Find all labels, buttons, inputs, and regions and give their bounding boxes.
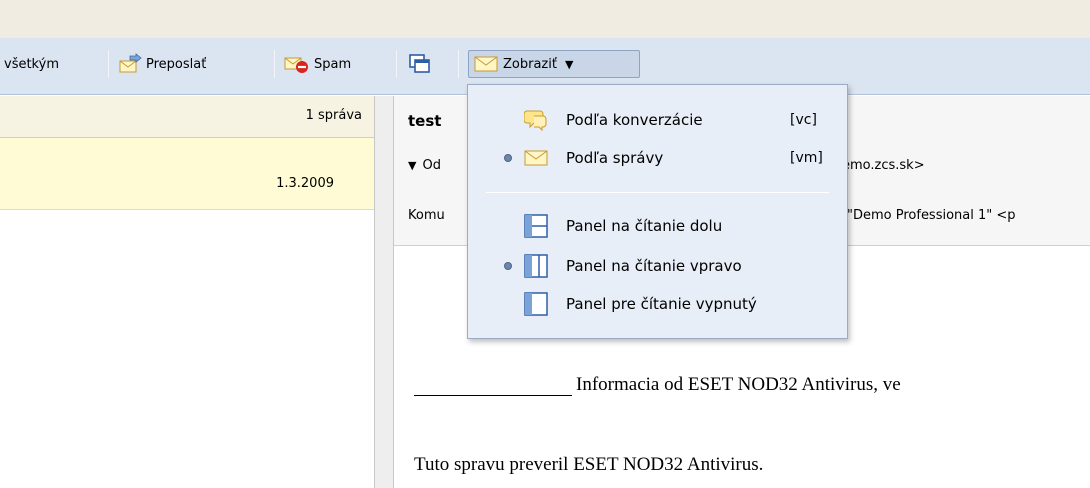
- menu-item-label: Podľa správy: [566, 149, 664, 167]
- spam-button[interactable]: Spam: [280, 50, 355, 78]
- menu-separator: [486, 192, 829, 193]
- body-line1-text: Informacia od ESET NOD32 Antivirus, ve: [576, 374, 901, 395]
- message-subject: test: [408, 112, 442, 130]
- to-prefix: Komu: [408, 208, 445, 223]
- message-date: 1.3.2009: [276, 176, 334, 191]
- selected-radio-icon: [504, 154, 512, 162]
- envelope-icon: [474, 56, 498, 72]
- to-address: "Demo Professional 1" <p: [847, 208, 1016, 223]
- reading-pane-right-icon: [524, 254, 548, 278]
- message-list-header: 1 správa: [0, 96, 374, 138]
- menu-item-shortcut: [vc]: [790, 112, 817, 128]
- message-count: 1 správa: [305, 108, 362, 123]
- list-item[interactable]: 1.3.2009: [0, 138, 374, 210]
- chevron-down-icon: ▼: [564, 57, 574, 71]
- menu-item-label: Panel na čítanie dolu: [566, 217, 723, 235]
- spam-label: Spam: [314, 56, 352, 72]
- envelope-icon: [524, 150, 548, 166]
- forward-label: Preposlať: [146, 56, 207, 72]
- menu-item-label: Panel pre čítanie vypnutý: [566, 295, 757, 313]
- reading-pane-off-icon: [524, 292, 548, 316]
- toolbar-separator: [396, 50, 397, 78]
- body-line2-text: Tuto spravu preveril ESET NOD32 Antiviru…: [414, 454, 764, 475]
- spam-icon: [284, 57, 308, 73]
- menu-item-by-conversation[interactable]: Podľa konverzácie [vc]: [468, 103, 847, 137]
- menu-item-reading-pane-bottom[interactable]: Panel na čítanie dolu: [468, 209, 847, 243]
- from-address: emo.zcs.sk>: [842, 158, 925, 173]
- forward-button[interactable]: Preposlať: [114, 50, 210, 78]
- conversation-icon: [524, 110, 547, 132]
- view-label: Zobraziť: [503, 56, 557, 72]
- reply-all-label: všetkým: [4, 56, 59, 72]
- body-line: Informacia od ESET NOD32 Antivirus, ve: [414, 374, 901, 396]
- reply-all-button[interactable]: všetkým: [0, 50, 63, 78]
- selected-radio-icon: [504, 262, 512, 270]
- new-window-icon: [409, 54, 430, 73]
- pane-splitter[interactable]: [374, 96, 394, 488]
- forward-icon: [119, 53, 142, 73]
- expand-triangle-icon[interactable]: ▼: [408, 159, 416, 172]
- reading-pane-bottom-icon: [524, 214, 548, 238]
- toolbar-separator: [458, 50, 459, 78]
- menu-item-label: Panel na čítanie vpravo: [566, 257, 742, 275]
- from-row[interactable]: ▼ Od: [408, 158, 441, 173]
- window-top-strip: [0, 0, 1090, 38]
- underline-blank: [414, 374, 572, 396]
- menu-item-by-message[interactable]: Podľa správy [vm]: [468, 141, 847, 175]
- menu-item-reading-pane-right[interactable]: Panel na čítanie vpravo: [468, 249, 847, 283]
- view-menu: Podľa konverzácie [vc] Podľa správy [vm]…: [467, 84, 848, 339]
- view-button[interactable]: Zobraziť ▼: [468, 50, 640, 78]
- new-window-button[interactable]: [404, 50, 436, 78]
- menu-item-shortcut: [vm]: [790, 150, 823, 166]
- menu-item-reading-pane-off[interactable]: Panel pre čítanie vypnutý: [468, 287, 847, 321]
- toolbar-separator: [274, 50, 275, 78]
- menu-item-label: Podľa konverzácie: [566, 111, 703, 129]
- from-prefix: Od: [422, 158, 441, 173]
- toolbar-separator: [108, 50, 109, 78]
- message-list-empty: [0, 210, 374, 488]
